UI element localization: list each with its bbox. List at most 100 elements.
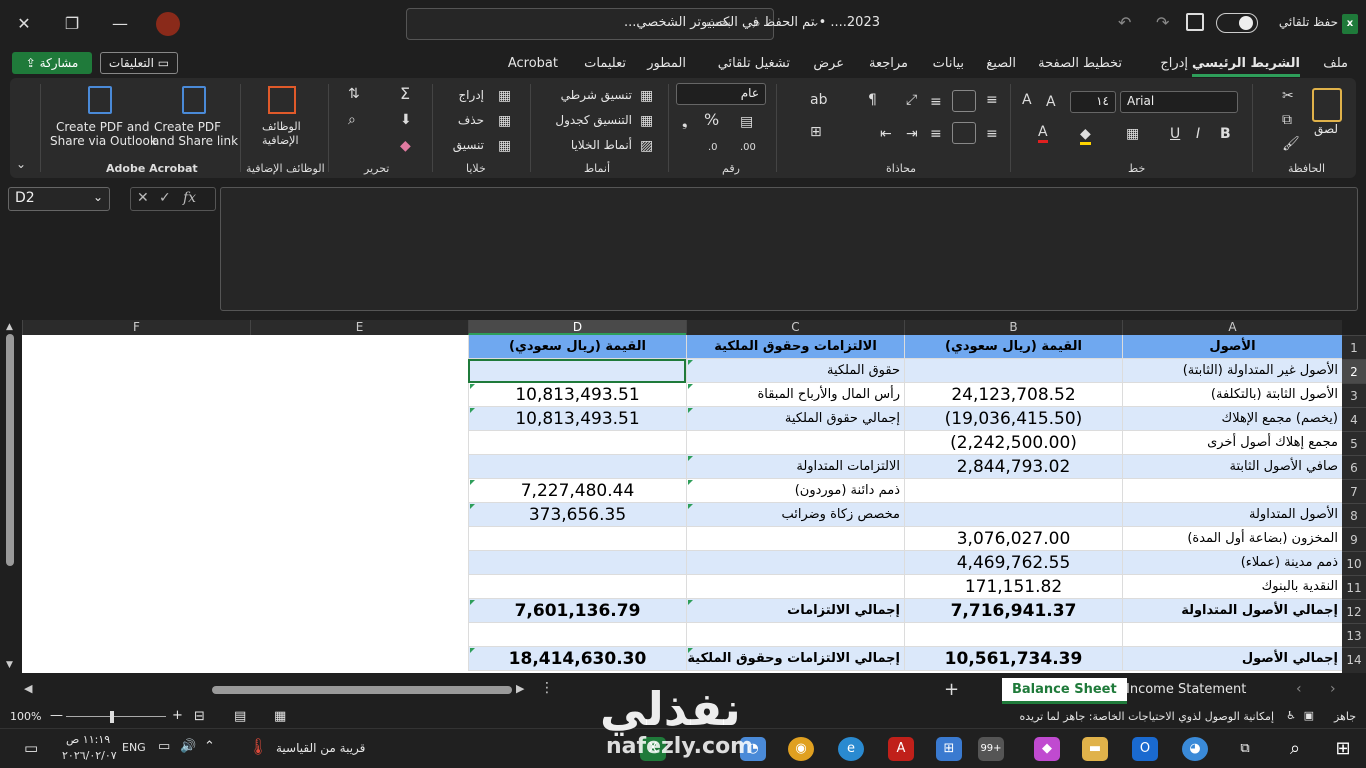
sheet-nav-prev-icon[interactable]: ‹ <box>1296 681 1302 697</box>
conditional-format-button[interactable]: تنسيق شرطي <box>561 88 632 102</box>
find-select-icon[interactable]: ⌕ <box>348 112 356 128</box>
format-as-table-button[interactable]: التنسيق كجدول <box>555 113 632 127</box>
row-header-6[interactable]: 6 <box>1342 455 1366 479</box>
collapse-ribbon-chevron-icon[interactable]: ⌄ <box>16 156 26 172</box>
tab-view[interactable]: عرض <box>813 56 844 71</box>
italic-icon[interactable]: I <box>1196 126 1200 142</box>
autosum-icon[interactable]: Σ <box>400 86 410 102</box>
mail-taskbar-icon[interactable]: 99+ <box>978 737 1004 761</box>
cell-c4[interactable]: إجمالي حقوق الملكية <box>686 407 904 431</box>
cell-b3[interactable]: 24,123,708.52 <box>904 383 1122 407</box>
worksheet-grid[interactable]: الأصول القيمة (ريال سعودي) الالتزامات وحقو… <box>22 335 1342 673</box>
avatar[interactable] <box>156 12 180 36</box>
outdent-icon[interactable]: ⇤ <box>880 126 892 142</box>
percent-icon[interactable]: % <box>704 112 719 128</box>
tab-automate[interactable]: تشغيل تلقائي <box>718 56 790 71</box>
row-header-14[interactable]: 14 <box>1342 647 1366 671</box>
vertical-scrollbar[interactable]: ▲ ▼ <box>0 320 22 674</box>
addins-label-1[interactable]: الوظائف <box>262 120 301 133</box>
more-options-icon[interactable]: ⋮ <box>540 680 554 696</box>
fill-icon[interactable]: ⬇ <box>400 112 412 128</box>
outlook-taskbar-icon[interactable]: O <box>1132 737 1158 761</box>
align-right-icon[interactable]: ≡ <box>986 126 998 142</box>
store-taskbar-icon[interactable]: ⊞ <box>936 737 962 761</box>
teams-taskbar-icon[interactable]: ◕ <box>1182 737 1208 761</box>
tray-chevron-icon[interactable]: ⌃ <box>204 739 215 754</box>
format-painter-icon[interactable]: 🖌 <box>1282 136 1300 152</box>
bold-icon[interactable]: B <box>1220 126 1231 142</box>
notifications-icon[interactable]: ▭ <box>24 739 38 757</box>
rtl-direction-icon[interactable]: ¶ <box>868 92 877 108</box>
hscroll-right-icon[interactable]: ▶ <box>516 682 524 695</box>
cell-b10[interactable]: 4,469,762.55 <box>904 551 1122 575</box>
create-pdf-outlook-label-1[interactable]: Create PDF and <box>56 120 149 134</box>
cell-b7[interactable] <box>904 479 1122 503</box>
cell-c10[interactable] <box>686 551 904 575</box>
decrease-font-icon[interactable]: A <box>1046 94 1056 110</box>
accessibility-status[interactable]: إمكانية الوصول لذوي الاحتياجات الخاصة: ج… <box>1019 710 1274 723</box>
insert-cells-button[interactable]: إدراج <box>458 88 484 102</box>
column-header-c[interactable]: C <box>686 320 904 335</box>
number-format-combo[interactable]: عام <box>676 83 766 105</box>
zoom-slider[interactable] <box>66 716 166 717</box>
addins-label-2[interactable]: الإضافية <box>262 134 299 147</box>
cell-c1[interactable]: الالتزامات وحقوق الملكية <box>686 335 904 359</box>
format-cells-button[interactable]: تنسيق <box>453 138 484 152</box>
row-header-13[interactable]: 13 <box>1342 623 1366 647</box>
comments-button[interactable]: التعليقات ▭ <box>100 52 178 74</box>
delete-cells-icon[interactable]: ▦ <box>498 113 511 129</box>
tab-acrobat[interactable]: Acrobat <box>508 56 558 71</box>
conditional-format-icon[interactable]: ▦ <box>640 88 653 104</box>
input-language[interactable]: ENG <box>122 741 146 754</box>
cell-b5[interactable]: (2,242,500.00) <box>904 431 1122 455</box>
enter-icon[interactable]: ✓ <box>159 190 171 206</box>
cell-b6[interactable]: 2,844,793.02 <box>904 455 1122 479</box>
weather-label[interactable]: قريبة من القياسية <box>276 741 365 755</box>
zoom-in-icon[interactable]: + <box>172 708 183 723</box>
align-center-icon[interactable] <box>952 122 976 144</box>
cell-c12[interactable]: إجمالي الالتزامات <box>686 599 904 623</box>
align-bottom-icon[interactable]: ≡ <box>930 94 942 110</box>
wrap-text-icon[interactable]: ab <box>810 92 827 108</box>
cell-a14[interactable]: إجمالي الأصول <box>1122 647 1342 671</box>
share-button[interactable]: ⇪ مشاركة <box>12 52 92 74</box>
cell-a11[interactable]: النقدية بالبنوك <box>1122 575 1342 599</box>
cell-a13[interactable] <box>1122 623 1342 647</box>
cell-styles-icon[interactable]: ▨ <box>640 138 653 154</box>
addins-icon[interactable] <box>268 86 296 114</box>
cancel-icon[interactable]: ✕ <box>137 190 149 206</box>
cell-a1[interactable]: الأصول <box>1122 335 1342 359</box>
format-cells-icon[interactable]: ▦ <box>498 138 511 154</box>
row-header-4[interactable]: 4 <box>1342 407 1366 431</box>
row-header-8[interactable]: 8 <box>1342 503 1366 527</box>
edge-taskbar-icon[interactable]: e <box>838 737 864 761</box>
vertical-scroll-thumb[interactable] <box>6 334 14 566</box>
cell-c6[interactable]: الالتزامات المتداولة <box>686 455 904 479</box>
cell-a6[interactable]: صافي الأصول الثابتة <box>1122 455 1342 479</box>
cell-b2[interactable] <box>904 359 1122 383</box>
cell-d1[interactable]: القيمة (ريال سعودي) <box>468 335 686 359</box>
save-icon[interactable] <box>1186 13 1204 31</box>
column-header-f[interactable]: F <box>22 320 250 335</box>
copilot-taskbar-icon[interactable]: ◆ <box>1034 737 1060 761</box>
cell-c2[interactable]: حقوق الملكية <box>686 359 904 383</box>
cell-d10[interactable] <box>468 551 686 575</box>
sheet-tab-balance[interactable]: Balance Sheet <box>1002 678 1127 704</box>
cell-d9[interactable] <box>468 527 686 551</box>
orientation-icon[interactable]: ⤢ <box>906 92 917 108</box>
row-header-3[interactable]: 3 <box>1342 383 1366 407</box>
taskbar-search-icon[interactable]: ⌕ <box>1282 737 1308 761</box>
cell-a12[interactable]: إجمالي الأصول المتداولة <box>1122 599 1342 623</box>
column-header-d[interactable]: D <box>468 320 686 335</box>
cell-d13[interactable] <box>468 623 686 647</box>
battery-icon[interactable]: ▭ <box>158 739 170 754</box>
name-box[interactable]: D2 ⌄ <box>8 187 110 211</box>
column-header-a[interactable]: A <box>1122 320 1342 335</box>
delete-cells-button[interactable]: حذف <box>458 113 484 127</box>
cell-d5[interactable] <box>468 431 686 455</box>
cell-a10[interactable]: ذمم مدينة (عملاء) <box>1122 551 1342 575</box>
font-name-combo[interactable]: Arial <box>1120 91 1238 113</box>
cell-b13[interactable] <box>904 623 1122 647</box>
normal-view-icon[interactable]: ▦ <box>274 709 286 724</box>
insert-function-icon[interactable]: fx <box>183 190 196 206</box>
